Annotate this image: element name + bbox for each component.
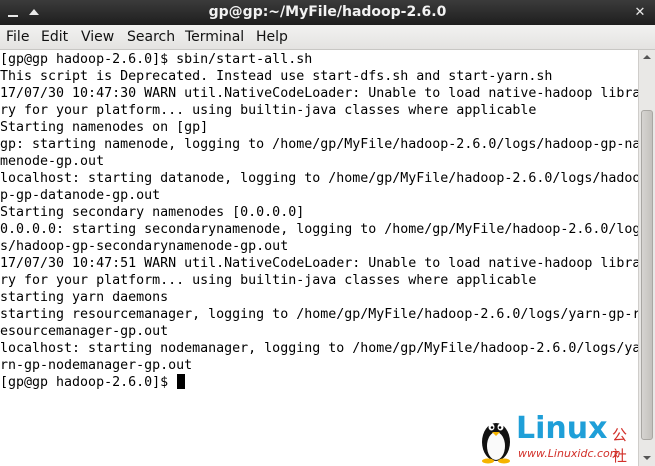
terminal-line: s/hadoop-gp-secondarynamenode-gp.out [0, 239, 289, 254]
watermark-brand: Linux [516, 411, 608, 446]
text-cursor [177, 374, 186, 389]
terminal-line: Starting secondary namenodes [0.0.0.0] [0, 205, 305, 220]
terminal-line: menode-gp.out [0, 154, 105, 169]
terminal-output[interactable]: [gp@gp hadoop-2.6.0]$ sbin/start-all.sh … [0, 50, 638, 466]
terminal-line: 17/07/30 10:47:30 WARN util.NativeCodeLo… [0, 86, 638, 101]
penguin-icon [482, 423, 510, 464]
menu-search[interactable]: Search [127, 25, 175, 49]
terminal-prompt: [gp@gp hadoop-2.6.0]$ [0, 375, 177, 390]
terminal-line: gp: starting namenode, logging to /home/… [0, 137, 638, 152]
maximize-icon[interactable] [26, 5, 42, 21]
window-title: gp@gp:~/MyFile/hadoop-2.6.0 [208, 4, 447, 20]
terminal-line: This script is Deprecated. Instead use s… [0, 69, 553, 84]
menu-help[interactable]: Help [256, 25, 288, 49]
terminal-line: starting resourcemanager, logging to /ho… [0, 307, 638, 322]
title-bar[interactable]: gp@gp:~/MyFile/hadoop-2.6.0 ✕ [0, 0, 655, 25]
minimize-icon[interactable] [5, 5, 21, 21]
scroll-up-icon[interactable] [639, 50, 655, 64]
menu-terminal[interactable]: Terminal [185, 25, 244, 49]
scrollbar-thumb[interactable] [641, 110, 653, 440]
menu-edit[interactable]: Edit [41, 25, 68, 49]
terminal-line: localhost: starting datanode, logging to… [0, 171, 638, 186]
terminal-line: [gp@gp hadoop-2.6.0]$ sbin/start-all.sh [0, 52, 313, 67]
terminal-line: rn-gp-nodemanager-gp.out [0, 358, 193, 373]
menu-view[interactable]: View [81, 25, 114, 49]
terminal-prompt-line[interactable]: [gp@gp hadoop-2.6.0]$ [0, 374, 186, 391]
terminal-line: p-gp-datanode-gp.out [0, 188, 161, 203]
terminal-window: gp@gp:~/MyFile/hadoop-2.6.0 ✕ File Edit … [0, 0, 655, 466]
terminal-line: ry for your platform... using builtin-ja… [0, 103, 537, 118]
terminal-line: localhost: starting nodemanager, logging… [0, 341, 638, 356]
terminal-line: ry for your platform... using builtin-ja… [0, 273, 537, 288]
menu-file[interactable]: File [6, 25, 29, 49]
watermark-logo: Linux 公社 www.Linuxidc.com [478, 410, 638, 466]
menu-bar: File Edit View Search Terminal Help [0, 25, 655, 50]
watermark-url: www.Linuxidc.com [518, 447, 621, 460]
vertical-scrollbar[interactable] [638, 50, 655, 466]
close-icon[interactable]: ✕ [632, 5, 648, 21]
terminal-line: esourcemanager-gp.out [0, 324, 169, 339]
terminal-line: 0.0.0.0: starting secondarynamenode, log… [0, 222, 638, 237]
terminal-line: 17/07/30 10:47:51 WARN util.NativeCodeLo… [0, 256, 638, 271]
terminal-line: Starting namenodes on [gp] [0, 120, 209, 135]
terminal-line: starting yarn daemons [0, 290, 169, 305]
scroll-down-icon[interactable] [639, 451, 655, 465]
